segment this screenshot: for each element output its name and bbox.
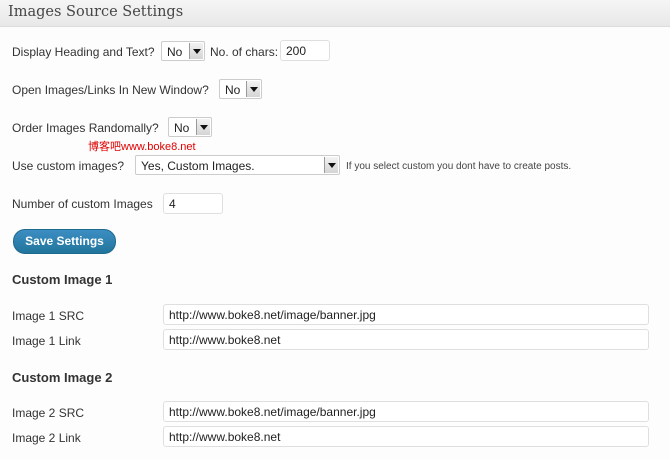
- custom-image-2-heading: Custom Image 2: [12, 370, 113, 385]
- image-2-link-label: Image 2 Link: [12, 431, 81, 445]
- image-1-link-input[interactable]: [163, 329, 649, 350]
- image-1-src-label: Image 1 SRC: [12, 309, 85, 323]
- page-title: Images Source Settings: [8, 4, 184, 20]
- order-random-value: No: [174, 121, 190, 135]
- chevron-down-icon: [189, 43, 203, 59]
- number-custom-label: Number of custom Images: [12, 197, 153, 211]
- order-random-label: Order Images Randomally?: [12, 121, 159, 135]
- order-random-select[interactable]: No: [168, 117, 212, 137]
- image-1-src-input[interactable]: [163, 304, 649, 325]
- chars-label: No. of chars:: [210, 45, 279, 59]
- page-header: Images Source Settings: [0, 0, 670, 27]
- image-1-link-label: Image 1 Link: [12, 334, 81, 348]
- number-custom-input[interactable]: [163, 193, 223, 214]
- chevron-down-icon: [246, 81, 260, 97]
- image-2-link-input[interactable]: [163, 426, 649, 447]
- image-2-src-input[interactable]: [163, 401, 649, 422]
- open-new-window-select[interactable]: No: [219, 79, 262, 99]
- chevron-down-icon: [196, 119, 210, 135]
- custom-image-1-heading: Custom Image 1: [12, 272, 113, 287]
- custom-images-hint: If you select custom you dont have to cr…: [346, 161, 572, 172]
- custom-images-select[interactable]: Yes, Custom Images.: [135, 155, 340, 175]
- custom-images-label: Use custom images?: [12, 159, 125, 173]
- chars-input[interactable]: [280, 40, 330, 61]
- display-heading-label: Display Heading and Text?: [12, 45, 155, 59]
- open-new-window-value: No: [225, 83, 241, 97]
- display-heading-value: No: [167, 45, 183, 59]
- image-2-src-label: Image 2 SRC: [12, 406, 85, 420]
- watermark-text: 博客吧www.boke8.net: [88, 141, 196, 153]
- display-heading-select[interactable]: No: [161, 41, 205, 61]
- save-settings-button[interactable]: Save Settings: [13, 229, 116, 254]
- open-new-window-label: Open Images/Links In New Window?: [12, 83, 209, 97]
- chevron-down-icon: [324, 157, 338, 173]
- custom-images-value: Yes, Custom Images.: [141, 159, 255, 173]
